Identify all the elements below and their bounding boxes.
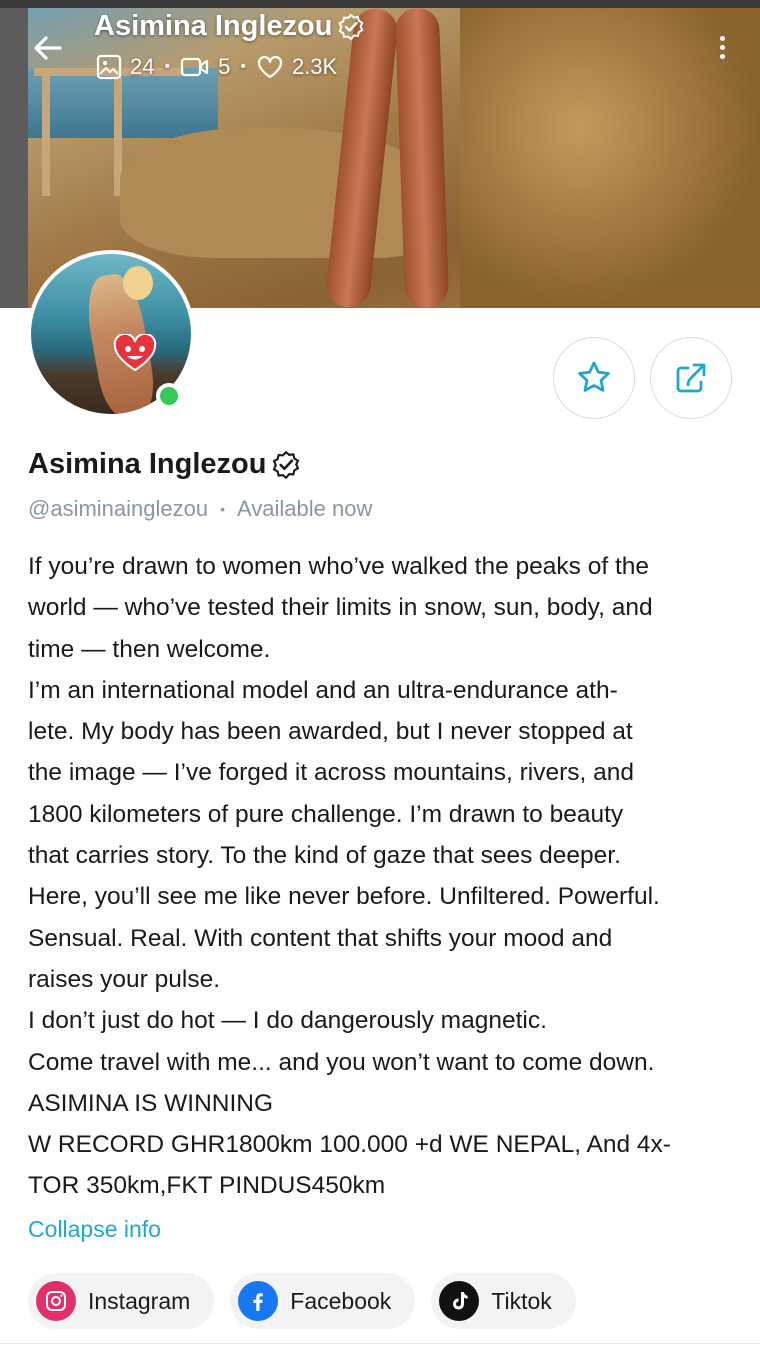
bio-line: that carries story. To the kind of gaze … bbox=[28, 842, 621, 870]
cover-side-panel bbox=[0, 8, 28, 308]
favorite-button[interactable] bbox=[553, 337, 635, 419]
profile-bio: If you’re drawn to women who’ve walked t… bbox=[28, 546, 740, 1207]
facebook-icon bbox=[238, 1281, 279, 1321]
more-options-button[interactable] bbox=[708, 30, 736, 64]
profile-name: Asimina Inglezou bbox=[28, 448, 267, 480]
photos-count: 24 bbox=[130, 54, 155, 79]
likes-stat[interactable]: 2.3K bbox=[256, 54, 337, 80]
bio-line: world — who’ve tested their limits in sn… bbox=[28, 594, 653, 622]
more-vertical-icon-dot bbox=[719, 44, 725, 50]
status-bar-strip bbox=[0, 0, 760, 8]
social-links: Instagram Facebook Tiktok bbox=[28, 1273, 576, 1329]
header-stats: 24 • 5 • 2.3K bbox=[96, 54, 337, 80]
instagram-icon bbox=[36, 1281, 76, 1321]
bio-line: TOR 350km,FKT PINDUS450km bbox=[28, 1172, 386, 1200]
likes-count: 2.3K bbox=[291, 54, 338, 79]
collapse-info-link[interactable]: Collapse info bbox=[28, 1216, 161, 1243]
bio-line: time — then welcome. bbox=[28, 635, 271, 663]
image-icon bbox=[96, 54, 122, 80]
instagram-label: Instagram bbox=[88, 1287, 191, 1314]
videos-stat[interactable]: 5 bbox=[180, 54, 230, 80]
heart-sticker-icon bbox=[113, 334, 157, 372]
tiktok-link[interactable]: Tiktok bbox=[431, 1273, 576, 1329]
photos-stat[interactable]: 24 bbox=[96, 54, 154, 80]
profile-meta: @asiminainglezou • Available now bbox=[28, 496, 372, 522]
share-button[interactable] bbox=[650, 337, 732, 419]
video-icon bbox=[180, 57, 209, 77]
profile-handle: @asiminainglezou bbox=[28, 496, 209, 521]
more-vertical-icon-dot bbox=[719, 53, 725, 59]
bio-line: ASIMINA IS WINNING bbox=[28, 1089, 274, 1117]
heart-icon bbox=[257, 55, 283, 79]
stat-separator: • bbox=[164, 58, 171, 75]
facebook-label: Facebook bbox=[290, 1287, 392, 1314]
bio-line: I’m an international model and an ultra-… bbox=[28, 676, 618, 704]
header-title: Asimina Inglezou bbox=[94, 10, 333, 42]
arrow-left-icon bbox=[34, 36, 62, 60]
tiktok-label: Tiktok bbox=[491, 1287, 552, 1314]
back-button[interactable] bbox=[30, 30, 66, 66]
verified-badge-icon bbox=[339, 13, 364, 40]
cover-figure bbox=[324, 8, 480, 308]
stat-separator: • bbox=[240, 58, 246, 75]
facebook-link[interactable]: Facebook bbox=[230, 1273, 416, 1329]
bio-line: If you’re drawn to women who’ve walked t… bbox=[28, 553, 650, 580]
share-icon bbox=[676, 363, 706, 393]
bio-line: the image — I’ve forged it across mounta… bbox=[28, 759, 634, 787]
bio-line: I don’t just do hot — I do dangerously m… bbox=[28, 1007, 547, 1035]
meta-separator: • bbox=[220, 501, 225, 517]
avatar-hair bbox=[123, 266, 153, 300]
bio-line: Sensual. Real. With content that shifts … bbox=[28, 924, 613, 952]
verified-badge-icon bbox=[273, 450, 300, 479]
videos-count: 5 bbox=[218, 54, 231, 79]
more-vertical-icon bbox=[719, 35, 725, 41]
online-indicator bbox=[156, 383, 182, 409]
star-icon bbox=[578, 361, 610, 392]
header-title-row: Asimina Inglezou bbox=[94, 10, 366, 43]
bio-line: W RECORD GHR1800km 100.000 +d WE NEPAL, … bbox=[28, 1131, 671, 1159]
bio-line: raises your pulse. bbox=[28, 965, 221, 993]
profile-name-row: Asimina Inglezou bbox=[28, 448, 302, 481]
bio-line: Here, you’ll see me like never before. U… bbox=[28, 883, 660, 911]
tiktok-icon bbox=[439, 1281, 480, 1321]
availability-status: Available now bbox=[237, 496, 373, 521]
bio-line: Come travel with me... and you won’t wan… bbox=[28, 1048, 655, 1076]
instagram-link[interactable]: Instagram bbox=[28, 1273, 215, 1329]
divider bbox=[0, 1343, 760, 1344]
bio-line: 1800 kilometers of pure challenge. I’m d… bbox=[28, 800, 624, 828]
bio-line: lete. My body has been awarded, but I ne… bbox=[28, 718, 633, 746]
